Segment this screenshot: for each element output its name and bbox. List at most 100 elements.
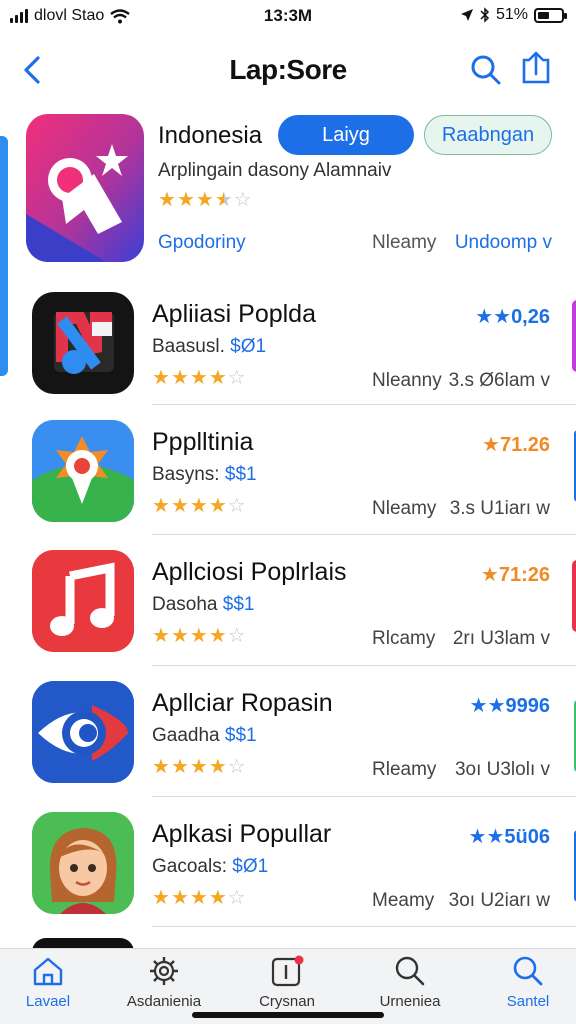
tab-label: Lavael [25,993,71,1010]
featured-app-subtitle: Arplingain dasony Alamnaiv [158,160,392,181]
tab-label: Santel [506,993,550,1010]
app-price: Gaadha $$1 [152,725,257,747]
status-right: 51% [460,6,567,24]
price-amount: $Ø1 [230,336,267,357]
divider [152,534,576,535]
app-meta-link[interactable]: 3.s Ø6lam v [449,370,550,392]
star-filled-icon: ★ [208,625,227,647]
app-meta: Nleanny [372,370,442,391]
star-filled-icon: ★ [176,189,195,211]
star-filled-icon: ★ [189,625,208,647]
star-filled-icon: ★ [152,887,170,909]
app-icon[interactable] [32,812,134,914]
home-indicator [192,1012,384,1018]
search-icon [395,956,425,986]
star-filled-icon: ★ [195,189,214,211]
app-price: Dasoha $$1 [152,594,254,616]
rating-value: ★★0,26 [475,306,550,328]
app-name[interactable]: Apllciar Ropasin [152,689,333,718]
rating-stars: ★ ★ ★ ★ ☆ [152,757,246,777]
search-icon [513,956,543,986]
featured-app-title[interactable]: Indonesia [158,122,262,150]
price-label: Dasoha [152,594,218,615]
star-filled-icon: ★ [170,367,189,389]
app-icon[interactable] [32,681,134,783]
rating-value: ★★9996 [469,695,550,717]
home-icon [33,957,63,986]
star-empty-icon: ☆ [227,495,246,517]
location-arrow-icon [460,9,473,21]
star-filled-icon: ★ [158,189,176,211]
list-item[interactable]: Apllciosi Poplrlais Dasoha $$1 ★ ★ ★ ★ ☆ ★71… [0,534,576,664]
tab-label: Asdanienia [126,993,202,1010]
app-name[interactable]: Ppplltinia [152,428,253,457]
app-meta: Rlcamy [372,628,436,649]
price-label: Gaadha [152,725,220,746]
tab-label: Urneniea [379,993,441,1010]
price-amount: $$1 [224,464,257,485]
app-icon[interactable] [32,292,134,394]
app-meta-link[interactable]: 3.s U1iarı w [450,498,550,520]
battery-fill [538,11,549,19]
rating-stars: ★ ★ ★ ★ ☆ [152,368,246,388]
star-filled-icon: ★ [189,367,208,389]
star-filled-icon: ★ [189,495,208,517]
app-meta-link[interactable]: 2rı U3lam v [453,628,550,650]
price-label: Baasusl. [152,336,225,357]
app-name[interactable]: Aplkasi Popullar [152,820,331,849]
tab-search[interactable]: Santel [478,955,576,1019]
tab-settings[interactable]: Asdanienia [114,955,214,1019]
featured-more-link[interactable]: Undoomp v [455,232,552,254]
featured-app-icon[interactable] [26,114,144,262]
rating-stars: ★ ★ ★ ★ ☆ [152,496,246,516]
battery-icon [534,7,567,23]
star-empty-icon: ☆ [227,756,246,778]
star-filled-icon: ★ [152,495,170,517]
tab-arcade[interactable]: Urneniea [360,955,460,1019]
tab-today[interactable]: Lavael [0,955,98,1019]
list-item[interactable]: Apllciar Ropasin Gaadha $$1 ★ ★ ★ ★ ☆ ★★9996… [0,665,576,795]
app-icon[interactable] [32,550,134,652]
rating-stars: ★ ★ ★ ★ ☆ [152,888,246,908]
list-item[interactable]: Ppplltinia Basyns: $$1 ★ ★ ★ ★ ☆ ★71.26 Nlea… [0,404,576,534]
app-icon[interactable] [32,420,134,522]
featured-app[interactable]: Indonesia Laiyg Raabngan Arplingain daso… [0,112,576,272]
star-filled-icon: ★ [208,756,227,778]
star-filled-icon: ★ [214,189,233,211]
featured-developer-link[interactable]: Gpodoriny [158,232,246,254]
app-meta-link[interactable]: 3oı U2iarı w [449,890,550,912]
star-filled-icon: ★ [152,367,170,389]
app-meta: Meamy [372,890,435,911]
price-amount: $$1 [224,725,257,746]
battery-percent: 51% [495,6,528,23]
star-filled-icon: ★ [170,887,189,909]
app-meta-link[interactable]: 3oı U3lolı v [455,759,550,781]
price-amount: $$1 [222,594,255,615]
divider [152,796,576,797]
app-name[interactable]: Apllciosi Poplrlais [152,558,347,587]
tab-updates[interactable]: Crysnan [237,955,337,1019]
star-filled-icon: ★ [208,367,227,389]
star-filled-icon: ★ [170,625,189,647]
app-price: Basyns: $$1 [152,464,257,486]
star-empty-icon: ☆ [227,887,246,909]
rating-value: ★71.26 [482,434,550,456]
star-filled-icon: ★ [152,625,170,647]
divider [152,404,576,405]
get-button[interactable]: Laiyg [278,115,414,155]
gear-icon [150,957,178,985]
app-name[interactable]: Apliiasi Poplda [152,300,316,329]
search-icon[interactable] [468,52,504,88]
star-empty-icon: ☆ [227,367,246,389]
featured-rating-stars: ★ ★ ★ ★ ☆ [158,190,252,210]
share-icon[interactable] [518,50,554,86]
divider [152,665,576,666]
bluetooth-icon [480,7,490,23]
secondary-button[interactable]: Raabngan [424,115,552,155]
list-item[interactable]: Apliiasi Poplda Baasusl. $Ø1 ★ ★ ★ ★ ☆ ★★0,2… [0,276,576,406]
list-item[interactable]: Aplkasi Popullar Gacoals: $Ø1 ★ ★ ★ ★ ☆ ★★5ü… [0,796,576,926]
star-filled-icon: ★ [170,756,189,778]
app-meta: Nleamy [372,498,437,519]
star-filled-icon: ★ [208,887,227,909]
star-filled-icon: ★ [152,756,170,778]
